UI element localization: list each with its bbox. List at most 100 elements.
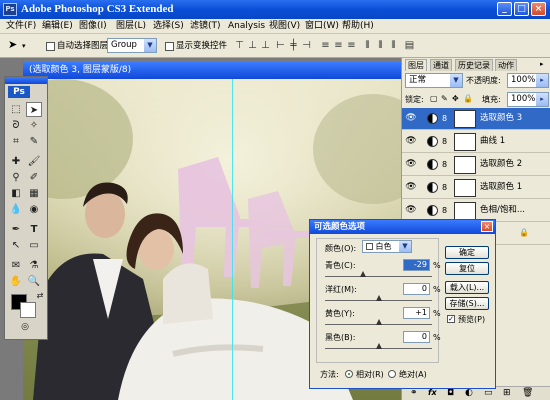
absolute-radio[interactable] (388, 370, 396, 378)
layer-mask-thumbnail[interactable] (454, 156, 476, 174)
layer-mask-thumbnail[interactable] (454, 202, 476, 220)
layer-mask-thumbnail[interactable] (454, 179, 476, 197)
tab-layers[interactable]: 图层 (405, 59, 427, 71)
quick-mask-icon[interactable]: ◎ (17, 320, 33, 335)
fx-icon[interactable]: fx (428, 388, 437, 397)
move-tool-icon[interactable]: ➤ (26, 102, 42, 117)
brush-tool-icon[interactable]: 🖌 (26, 154, 42, 169)
layer-mask-thumbnail[interactable] (454, 133, 476, 151)
new-layer-icon[interactable]: ⊞ (503, 388, 511, 398)
color-dropdown[interactable]: 白色 ▼ (362, 240, 412, 253)
gradient-tool-icon[interactable]: ▦ (26, 186, 42, 201)
magenta-input[interactable]: 0 (403, 283, 430, 295)
distribute-vcenter-icon[interactable]: ≡ (333, 39, 344, 52)
marquee-tool-icon[interactable]: ⬚ (8, 102, 24, 117)
distribute-top-icon[interactable]: ≡ (320, 39, 331, 52)
cyan-slider-track[interactable] (325, 276, 432, 277)
menu-image[interactable]: 图像(I) (79, 20, 107, 33)
magenta-slider-thumb[interactable] (375, 295, 382, 301)
history-brush-tool-icon[interactable]: ✐ (26, 170, 42, 185)
distribute-right-icon[interactable]: ⦀ (388, 39, 399, 52)
align-left-icon[interactable]: ⊢ (275, 39, 286, 52)
menu-file[interactable]: 文件(F) (6, 20, 36, 33)
show-transform-checkbox[interactable] (165, 42, 174, 51)
eraser-tool-icon[interactable]: ◧ (8, 186, 24, 201)
maximize-button[interactable]: □ (514, 2, 529, 16)
shape-tool-icon[interactable]: ▭ (26, 238, 42, 253)
tab-channels[interactable]: 通道 (430, 59, 452, 71)
adjustment-icon[interactable]: ◐ (465, 388, 473, 398)
reset-button[interactable]: 复位 (445, 262, 489, 275)
hand-tool-icon[interactable]: ✋ (8, 274, 24, 289)
minimize-button[interactable]: _ (497, 2, 512, 16)
tab-history[interactable]: 历史记录 (455, 59, 493, 71)
lock-pixels-icon[interactable]: ✎ (441, 93, 448, 105)
folder-icon[interactable]: ▭ (484, 388, 493, 398)
align-top-icon[interactable]: ⊤ (234, 39, 245, 52)
lock-position-icon[interactable]: ✥ (452, 93, 459, 105)
dodge-tool-icon[interactable]: ◉ (26, 202, 42, 217)
swap-colors-icon[interactable]: ⇄ (32, 288, 48, 303)
eyedropper-tool-icon[interactable]: ⚗ (26, 258, 42, 273)
healing-brush-tool-icon[interactable]: ✚ (8, 154, 24, 169)
lock-all-icon[interactable]: 🔒 (463, 93, 473, 105)
distribute-hcenter-icon[interactable]: ⦀ (375, 39, 386, 52)
crop-tool-icon[interactable]: ⌗ (8, 134, 24, 149)
panel-menu-icon[interactable]: ▸ (540, 60, 544, 68)
blend-mode-dropdown[interactable]: 正常 ▼ (405, 73, 463, 88)
distribute-left-icon[interactable]: ⦀ (362, 39, 373, 52)
menu-help[interactable]: 帮助(H) (342, 20, 374, 33)
yellow-slider-thumb[interactable] (376, 319, 383, 325)
zoom-tool-icon[interactable]: 🔍 (26, 274, 42, 289)
cyan-slider-thumb[interactable] (359, 271, 366, 277)
align-bottom-icon[interactable]: ⊥ (260, 39, 271, 52)
auto-select-checkbox[interactable] (46, 42, 55, 51)
preview-checkbox[interactable]: ✓ (447, 315, 455, 323)
auto-select-dropdown[interactable]: Group ▼ (107, 38, 157, 53)
opacity-field[interactable]: 100% ▸ (507, 73, 549, 88)
align-vcenter-icon[interactable]: ⊥ (247, 39, 258, 52)
mask-icon[interactable]: ◘ (447, 388, 454, 398)
layer-row-curves-1[interactable]: 👁 8 曲线 1 (402, 131, 550, 153)
auto-align-icon[interactable]: ▤ (404, 39, 415, 52)
lock-transparent-icon[interactable]: ▢ (430, 93, 438, 105)
menu-select[interactable]: 选择(S) (153, 20, 184, 33)
eye-icon[interactable]: 👁 (405, 136, 417, 147)
menu-edit[interactable]: 编辑(E) (42, 20, 73, 33)
type-tool-icon[interactable]: T (26, 222, 42, 237)
link-icon[interactable]: ⚭ (410, 388, 418, 398)
yellow-input[interactable]: +1 (403, 307, 430, 319)
tab-actions[interactable]: 动作 (495, 59, 517, 71)
toolbox-header[interactable] (5, 77, 47, 84)
eye-icon[interactable]: 👁 (405, 113, 417, 124)
fill-field[interactable]: 100% ▸ (507, 92, 549, 107)
lasso-tool-icon[interactable]: ᘐ (8, 118, 24, 133)
eye-icon[interactable]: 👁 (405, 205, 417, 216)
trash-icon[interactable]: 🗑 (522, 388, 533, 398)
eye-icon[interactable]: 👁 (405, 159, 417, 170)
dialog-close-button[interactable]: × (481, 221, 493, 232)
pen-tool-icon[interactable]: ✒ (8, 222, 24, 237)
black-input[interactable]: 0 (403, 331, 430, 343)
layer-row-selective-color-2[interactable]: 👁 8 选取颜色 2 (402, 154, 550, 176)
path-selection-tool-icon[interactable]: ↖ (8, 238, 24, 253)
layer-mask-thumbnail[interactable] (454, 110, 476, 128)
slice-tool-icon[interactable]: ✎ (26, 134, 42, 149)
eye-icon[interactable]: 👁 (405, 182, 417, 193)
distribute-bottom-icon[interactable]: ≡ (346, 39, 357, 52)
close-button[interactable]: × (531, 2, 546, 16)
menu-view[interactable]: 视图(V) (269, 20, 300, 33)
menu-analysis[interactable]: Analysis (228, 20, 265, 33)
background-color-swatch[interactable] (20, 302, 36, 318)
vertical-guide-line[interactable] (232, 79, 233, 400)
black-slider-thumb[interactable] (375, 343, 382, 349)
cyan-input[interactable]: -29 (403, 259, 430, 271)
menu-filter[interactable]: 滤镜(T) (190, 20, 221, 33)
move-tool-icon[interactable]: ➤ (8, 39, 17, 51)
menu-window[interactable]: 窗口(W) (305, 20, 339, 33)
magic-wand-tool-icon[interactable]: ✧ (26, 118, 42, 133)
save-button[interactable]: 存储(S)... (445, 297, 489, 310)
clone-stamp-tool-icon[interactable]: ⚲ (8, 170, 24, 185)
menu-layer[interactable]: 图层(L) (116, 20, 146, 33)
layer-row-selective-color-3[interactable]: 👁 8 选取颜色 3 (402, 108, 550, 130)
